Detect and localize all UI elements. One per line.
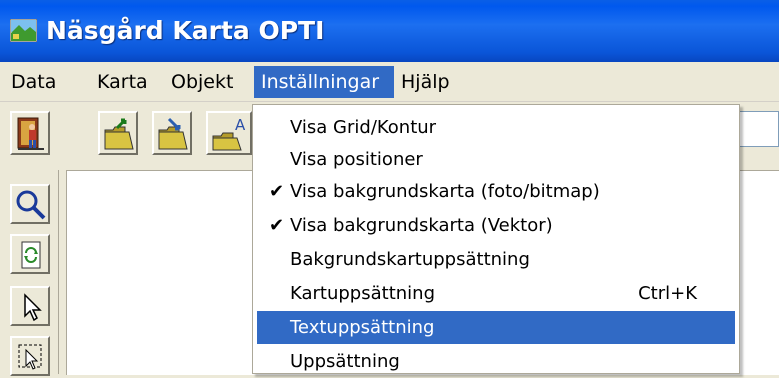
menu-item-label: Uppsättning (290, 351, 400, 372)
menu-item-bakgrundskarta-vektor[interactable]: ✔ Visa bakgrundskarta (Vektor) (257, 209, 735, 242)
title-bar[interactable]: Näsgård Karta OPTI (0, 0, 779, 62)
select-button[interactable] (10, 286, 50, 326)
checkmark-icon: ✔ (269, 215, 285, 236)
menu-item-label: Textuppsättning (290, 317, 435, 338)
menu-item-label: Kartuppsättning (290, 283, 436, 304)
svg-text:A: A (235, 116, 246, 134)
window-title: Näsgård Karta OPTI (46, 16, 325, 45)
open-folder-icon (104, 118, 134, 150)
menu-karta[interactable]: Karta (90, 66, 155, 98)
exit-door-icon (17, 117, 44, 150)
menu-objekt[interactable]: Objekt (164, 66, 240, 98)
menu-item-label: Visa bakgrundskarta (foto/bitmap) (290, 181, 600, 202)
select-pointer-icon (24, 293, 42, 322)
menu-installningar[interactable]: Inställningar (254, 66, 394, 98)
menu-item-shortcut: Ctrl+K (638, 283, 697, 304)
toolbar-input[interactable] (735, 111, 779, 147)
menu-bar: Data Karta Objekt Inställningar Hjälp (0, 62, 779, 102)
menu-item-label: Visa positioner (290, 149, 423, 170)
menu-item-bakgrundskartuppsattning[interactable]: Bakgrundskartuppsättning (257, 243, 735, 276)
save-button[interactable] (152, 111, 192, 155)
zoom-button[interactable] (10, 184, 50, 224)
app-map-icon (10, 19, 37, 42)
menu-item-bakgrundskarta-foto[interactable]: ✔ Visa bakgrundskarta (foto/bitmap) (257, 175, 735, 208)
left-toolbar (6, 170, 59, 376)
text-folder-icon: A (212, 116, 246, 151)
menu-data[interactable]: Data (4, 66, 63, 98)
refresh-button[interactable] (10, 234, 50, 274)
menu-item-visa-positioner[interactable]: Visa positioner (257, 143, 735, 176)
selection-rectangle-icon (18, 344, 42, 370)
menu-hjalp[interactable]: Hjälp (394, 66, 457, 98)
checkmark-icon: ✔ (269, 181, 285, 202)
menu-item-visa-grid[interactable]: Visa Grid/Kontur (257, 111, 735, 144)
menu-item-textuppsattning[interactable]: Textuppsättning (257, 311, 735, 344)
zoom-magnifier-icon (16, 190, 46, 220)
menu-item-label: Visa bakgrundskarta (Vektor) (290, 215, 553, 236)
open-button[interactable] (98, 111, 138, 155)
menu-item-uppsattning[interactable]: Uppsättning (257, 345, 735, 378)
text-button[interactable]: A (206, 111, 252, 155)
refresh-icon (21, 241, 41, 269)
menu-item-label: Visa Grid/Kontur (290, 117, 437, 138)
save-folder-icon (158, 117, 188, 150)
rectangle-select-button[interactable] (10, 336, 50, 376)
installningar-dropdown: Visa Grid/Kontur Visa positioner ✔ Visa … (252, 104, 740, 374)
menu-item-kartuppsattning[interactable]: Kartuppsättning Ctrl+K (257, 277, 735, 310)
menu-item-label: Bakgrundskartuppsättning (290, 249, 530, 270)
exit-button[interactable] (10, 111, 50, 155)
